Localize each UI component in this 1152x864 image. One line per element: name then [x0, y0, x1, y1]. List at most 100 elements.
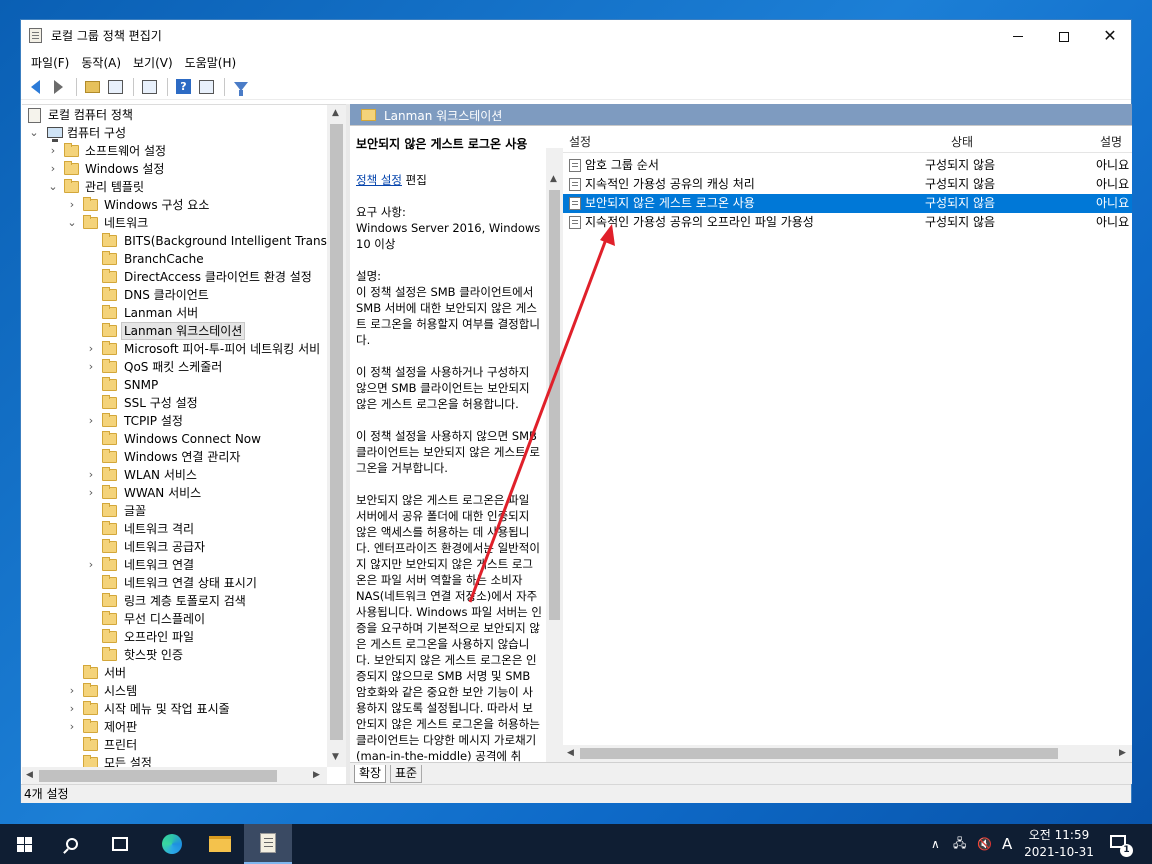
tree-item-lanman-workstation[interactable]: Lanman 워크스테이션: [22, 322, 327, 340]
show-hide-tree-button[interactable]: [105, 76, 126, 97]
properties-button[interactable]: [196, 76, 217, 97]
tree-item-hotspot-auth[interactable]: 핫스팟 인증: [22, 646, 327, 664]
chevron-right-icon[interactable]: ›: [86, 358, 96, 376]
minimize-button[interactable]: [995, 20, 1041, 51]
tree-item-windows-components[interactable]: › Windows 구성 요소: [22, 196, 327, 214]
ime-indicator[interactable]: A: [1002, 824, 1012, 864]
tree-item-printers[interactable]: 프린터: [22, 736, 327, 754]
chevron-right-icon[interactable]: ›: [86, 412, 96, 430]
tree-item-windows-settings[interactable]: › Windows 설정: [22, 160, 327, 178]
tree-item-network-connections[interactable]: › 네트워크 연결: [22, 556, 327, 574]
scroll-thumb[interactable]: [330, 124, 343, 740]
scroll-right-icon[interactable]: ▶: [1119, 748, 1126, 758]
file-explorer-button[interactable]: [196, 824, 244, 864]
tree-item-connection-manager[interactable]: Windows 연결 관리자: [22, 448, 327, 466]
edit-policy-link[interactable]: 정책 설정: [356, 173, 402, 187]
clock[interactable]: 오전 11:59 2021-10-31: [1017, 827, 1101, 861]
help-button[interactable]: ?: [173, 76, 194, 97]
tree-item-p2p-networking[interactable]: › Microsoft 피어-투-피어 네트워킹 서비: [22, 340, 327, 358]
list-row[interactable]: 지속적인 가용성 공유의 캐싱 처리 구성되지 않음 아니요: [563, 175, 1132, 194]
tree-horizontal-scrollbar[interactable]: ◀ ▶: [22, 767, 327, 784]
scroll-thumb[interactable]: [549, 190, 560, 620]
tree-item-fonts[interactable]: 글꼴: [22, 502, 327, 520]
tree-pane[interactable]: 로컬 컴퓨터 정책 ⌄ 컴퓨터 구성 › 소프트웨어 설정 › Windows …: [22, 104, 346, 784]
tree-vertical-scrollbar[interactable]: ▲ ▼: [327, 105, 346, 767]
scroll-thumb[interactable]: [580, 748, 1058, 759]
tree-item-control-panel[interactable]: › 제어판: [22, 718, 327, 736]
forward-button[interactable]: [48, 76, 69, 97]
column-header-setting[interactable]: 설정: [569, 133, 591, 150]
menu-action[interactable]: 동작(A): [71, 51, 121, 73]
back-button[interactable]: [25, 76, 46, 97]
tray-overflow-button[interactable]: ∧: [931, 824, 940, 864]
tree-item-root[interactable]: 로컬 컴퓨터 정책: [22, 106, 327, 124]
chevron-right-icon[interactable]: ›: [48, 160, 58, 178]
scroll-up-icon[interactable]: ▲: [550, 174, 557, 184]
network-tray-button[interactable]: 🖧: [953, 824, 966, 864]
tree-item-network-provider[interactable]: 네트워크 공급자: [22, 538, 327, 556]
menu-file[interactable]: 파일(F): [21, 51, 69, 73]
tree-item-ssl[interactable]: SSL 구성 설정: [22, 394, 327, 412]
tree-item-snmp[interactable]: SNMP: [22, 376, 327, 394]
tree-item-network[interactable]: ⌄ 네트워크: [22, 214, 327, 232]
chevron-right-icon[interactable]: ›: [48, 142, 58, 160]
start-button[interactable]: [0, 824, 48, 864]
tree-item-start-menu[interactable]: › 시작 메뉴 및 작업 표시줄: [22, 700, 327, 718]
column-header-state[interactable]: 상태: [951, 133, 973, 150]
tree-item-lltd[interactable]: 링크 계층 토폴로지 검색: [22, 592, 327, 610]
tree-item-bits[interactable]: BITS(Background Intelligent Transfer S: [22, 232, 346, 250]
tab-standard[interactable]: 표준: [390, 765, 423, 783]
chevron-right-icon[interactable]: ›: [86, 340, 96, 358]
filter-button[interactable]: [230, 76, 251, 97]
notification-center-button[interactable]: 1: [1108, 832, 1133, 857]
menu-view[interactable]: 보기(V): [123, 51, 173, 73]
tree-item-windows-connect-now[interactable]: Windows Connect Now: [22, 430, 327, 448]
chevron-right-icon[interactable]: ›: [67, 700, 77, 718]
tree-item-wwan[interactable]: › WWAN 서비스: [22, 484, 327, 502]
tree-item-server[interactable]: 서버: [22, 664, 327, 682]
chevron-right-icon[interactable]: ›: [67, 718, 77, 736]
tree-item-lanman-server[interactable]: Lanman 서버: [22, 304, 327, 322]
tree-item-wireless-display[interactable]: 무선 디스플레이: [22, 610, 327, 628]
scroll-right-icon[interactable]: ▶: [313, 770, 320, 780]
group-policy-editor-taskbar-button[interactable]: [244, 824, 292, 864]
tree-item-offline-files[interactable]: 오프라인 파일: [22, 628, 327, 646]
volume-tray-button[interactable]: 🔇: [977, 824, 992, 864]
list-row[interactable]: 암호 그룹 순서 구성되지 않음 아니요: [563, 156, 1132, 175]
tree-item-dns-client[interactable]: DNS 클라이언트: [22, 286, 327, 304]
search-button[interactable]: [48, 824, 96, 864]
chevron-right-icon[interactable]: ›: [86, 466, 96, 484]
list-row[interactable]: 지속적인 가용성 공유의 오프라인 파일 가용성 구성되지 않음 아니요: [563, 213, 1132, 232]
list-horizontal-scrollbar[interactable]: ◀ ▶: [563, 745, 1132, 762]
tree-item-ncsi[interactable]: 네트워크 연결 상태 표시기: [22, 574, 327, 592]
list-row-selected[interactable]: 보안되지 않은 게스트 로그온 사용 구성되지 않음 아니요: [563, 194, 1132, 213]
tree-item-qos[interactable]: › QoS 패킷 스케줄러: [22, 358, 327, 376]
chevron-down-icon[interactable]: ⌄: [48, 178, 58, 196]
chevron-right-icon[interactable]: ›: [86, 556, 96, 574]
scroll-thumb[interactable]: [39, 770, 277, 782]
tree-item-directaccess[interactable]: DirectAccess 클라이언트 환경 설정: [22, 268, 327, 286]
scroll-left-icon[interactable]: ◀: [26, 770, 33, 780]
chevron-right-icon[interactable]: ›: [67, 196, 77, 214]
tree-item-wlan[interactable]: › WLAN 서비스: [22, 466, 327, 484]
tree-item-system[interactable]: › 시스템: [22, 682, 327, 700]
scroll-left-icon[interactable]: ◀: [567, 748, 574, 758]
chevron-right-icon[interactable]: ›: [86, 484, 96, 502]
export-list-button[interactable]: [139, 76, 160, 97]
chevron-down-icon[interactable]: ⌄: [67, 214, 77, 232]
chevron-right-icon[interactable]: ›: [67, 682, 77, 700]
chevron-down-icon[interactable]: ⌄: [29, 124, 39, 142]
scroll-up-icon[interactable]: ▲: [332, 108, 339, 118]
close-button[interactable]: ✕: [1087, 20, 1133, 51]
tree-item-branchcache[interactable]: BranchCache: [22, 250, 327, 268]
maximize-button[interactable]: [1041, 20, 1087, 51]
tab-extended[interactable]: 확장: [354, 765, 387, 783]
title-bar[interactable]: 로컬 그룹 정책 편집기 ✕: [21, 20, 1131, 51]
up-folder-button[interactable]: [82, 76, 103, 97]
tree-item-network-isolation[interactable]: 네트워크 격리: [22, 520, 327, 538]
tree-item-tcpip[interactable]: › TCPIP 설정: [22, 412, 327, 430]
tree-item-admin-templates[interactable]: ⌄ 관리 템플릿: [22, 178, 327, 196]
tree-item-software-settings[interactable]: › 소프트웨어 설정: [22, 142, 327, 160]
column-header-comment[interactable]: 설명: [1100, 133, 1122, 150]
menu-help[interactable]: 도움말(H): [175, 51, 237, 73]
